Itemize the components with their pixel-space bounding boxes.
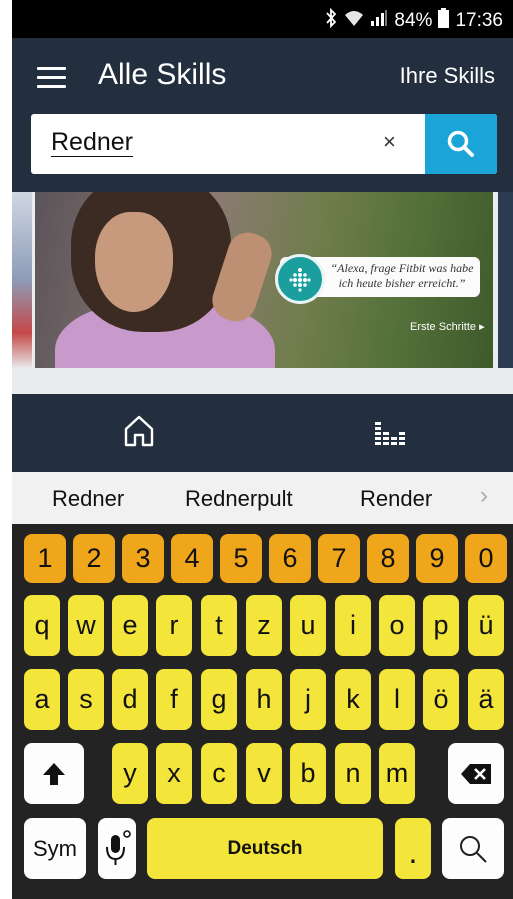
- key[interactable]: v: [246, 743, 282, 804]
- battery-icon: [438, 8, 450, 34]
- search-bar: ×: [31, 114, 497, 174]
- key[interactable]: z: [246, 595, 282, 656]
- banner-photo-face: [95, 212, 173, 312]
- battery-percent: 84%: [394, 10, 433, 31]
- key[interactable]: x: [156, 743, 192, 804]
- bluetooth-icon: [324, 7, 338, 34]
- banner-quote-line1: “Alexa, frage Fitbit was habe: [330, 261, 474, 275]
- key[interactable]: r: [156, 595, 192, 656]
- wifi-icon: [344, 9, 364, 33]
- key[interactable]: 8: [367, 534, 409, 583]
- key[interactable]: l: [379, 669, 415, 730]
- clear-search-button[interactable]: ×: [383, 129, 396, 155]
- key[interactable]: 2: [73, 534, 115, 583]
- banner-prev-preview[interactable]: [12, 192, 32, 368]
- key[interactable]: u: [290, 595, 326, 656]
- backspace-icon: [461, 763, 491, 784]
- search-icon: [460, 835, 487, 863]
- search-button[interactable]: [425, 114, 497, 174]
- key[interactable]: ü: [468, 595, 504, 656]
- key[interactable]: ö: [423, 669, 459, 730]
- key[interactable]: i: [335, 595, 371, 656]
- clock: 17:36: [455, 10, 503, 31]
- banner-next-preview[interactable]: [498, 192, 513, 368]
- fitbit-logo-icon: [275, 254, 325, 304]
- search-icon: [447, 130, 474, 157]
- key[interactable]: o: [379, 595, 415, 656]
- bottom-nav: [12, 394, 513, 472]
- key[interactable]: a: [24, 669, 60, 730]
- key[interactable]: 3: [122, 534, 164, 583]
- phone-screen: 84% 17:36 Alle Skills Ihre Skills ×: [12, 0, 513, 899]
- key[interactable]: p: [423, 595, 459, 656]
- on-screen-keyboard: 1 2 3 4 5 6 7 8 9 0 q w e r t z u i o p …: [12, 524, 513, 899]
- your-skills-link[interactable]: Ihre Skills: [400, 63, 495, 89]
- first-steps-link[interactable]: Erste Schritte ▸: [410, 320, 485, 333]
- key[interactable]: b: [290, 743, 326, 804]
- app-header: Alle Skills Ihre Skills ×: [12, 38, 513, 192]
- key[interactable]: k: [335, 669, 371, 730]
- key[interactable]: s: [68, 669, 104, 730]
- key[interactable]: g: [201, 669, 237, 730]
- shift-arrow-icon: [43, 762, 65, 785]
- key[interactable]: f: [156, 669, 192, 730]
- key[interactable]: e: [112, 595, 148, 656]
- microphone-icon: [106, 829, 131, 865]
- key[interactable]: n: [335, 743, 371, 804]
- search-input[interactable]: [51, 124, 351, 160]
- key[interactable]: t: [201, 595, 237, 656]
- sym-key[interactable]: Sym: [24, 818, 86, 879]
- key[interactable]: 7: [318, 534, 360, 583]
- page-title: Alle Skills: [98, 58, 227, 91]
- key[interactable]: 9: [416, 534, 458, 583]
- shift-key[interactable]: [24, 743, 84, 804]
- suggestion-item[interactable]: Render: [360, 486, 432, 512]
- status-right: 84% 17:36: [324, 7, 503, 34]
- voice-input-key[interactable]: [98, 818, 136, 879]
- key[interactable]: j: [290, 669, 326, 730]
- key[interactable]: 1: [24, 534, 66, 583]
- suggestion-item[interactable]: Redner: [52, 486, 124, 512]
- period-key[interactable]: .: [395, 818, 431, 879]
- key[interactable]: ä: [468, 669, 504, 730]
- suggestion-more-icon[interactable]: ›: [480, 482, 488, 510]
- key[interactable]: d: [112, 669, 148, 730]
- skills-equalizer-icon[interactable]: [374, 420, 408, 446]
- signal-icon: [370, 9, 388, 33]
- key[interactable]: y: [112, 743, 148, 804]
- key[interactable]: q: [24, 595, 60, 656]
- banner-carousel: “Alexa, frage Fitbit was habe ich heute …: [12, 192, 513, 394]
- key[interactable]: 0: [465, 534, 507, 583]
- space-key[interactable]: Deutsch: [147, 818, 383, 879]
- key[interactable]: 4: [171, 534, 213, 583]
- banner-quote-line2: ich heute bisher erreicht.”: [338, 276, 466, 290]
- keyboard-suggestion-bar: Redner Rednerpult Render ›: [12, 472, 513, 524]
- suggestion-item[interactable]: Rednerpult: [185, 486, 293, 512]
- backspace-key[interactable]: [448, 743, 504, 804]
- key[interactable]: 5: [220, 534, 262, 583]
- home-icon[interactable]: [122, 414, 156, 448]
- key[interactable]: c: [201, 743, 237, 804]
- fitbit-banner[interactable]: “Alexa, frage Fitbit was habe ich heute …: [35, 192, 493, 368]
- key[interactable]: w: [68, 595, 104, 656]
- menu-icon[interactable]: [37, 67, 66, 89]
- key[interactable]: m: [379, 743, 415, 804]
- status-bar: 84% 17:36: [12, 0, 513, 38]
- key[interactable]: h: [246, 669, 282, 730]
- search-key[interactable]: [442, 818, 504, 879]
- key[interactable]: 6: [269, 534, 311, 583]
